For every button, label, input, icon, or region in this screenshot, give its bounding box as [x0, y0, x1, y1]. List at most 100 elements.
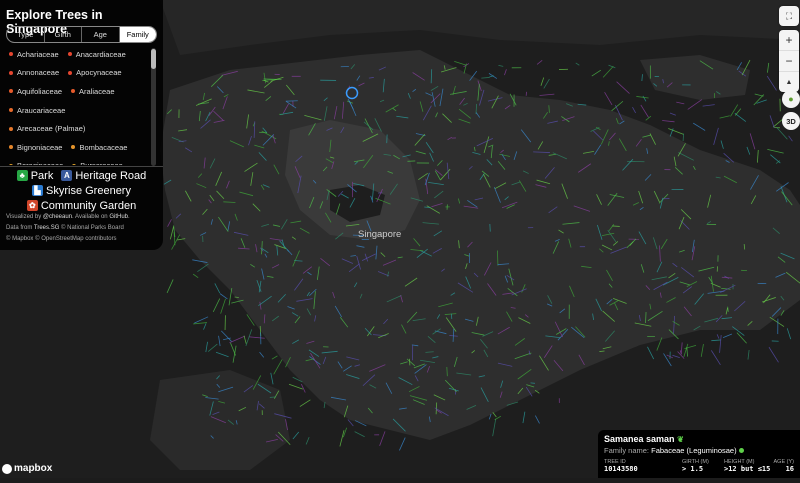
family-row: Annonaceae Apocynaceae [6, 64, 151, 83]
leaf-icon: ❦ [677, 435, 684, 444]
family-color-dot [9, 71, 13, 75]
skyrise-greenery-icon: ▙ [32, 185, 43, 196]
family-color-dot [72, 164, 76, 165]
family-color-dot [9, 127, 13, 131]
mapbox-logo[interactable]: mapbox [2, 463, 52, 474]
tree-line [431, 69, 432, 83]
community-label: Community Garden [41, 200, 136, 212]
family-item[interactable]: Bignoniaceae [6, 143, 62, 152]
explore-panel: Explore Trees in Singapore TypeGirthAgeF… [0, 0, 163, 250]
family-legend[interactable]: Achariaceae Anacardiaceae Annonaceae Apocyn… [6, 45, 151, 165]
tree-id-stat: TREE ID10143580 [604, 459, 682, 473]
family-row: Achariaceae Anacardiaceae [6, 45, 151, 64]
tab-girth[interactable]: Girth [45, 27, 83, 42]
family-color-dot [71, 145, 75, 149]
locate-button[interactable]: ● [782, 90, 800, 108]
age-stat: AGE (Y)16 [772, 459, 794, 473]
family-item[interactable]: Annonaceae [6, 68, 59, 77]
tab-type[interactable]: Type [7, 27, 45, 42]
fullscreen-button[interactable]: ⛶ [779, 6, 799, 26]
tree-line [599, 351, 604, 352]
family-item[interactable]: Anacardiaceae [65, 50, 126, 59]
tab-family[interactable]: Family [120, 27, 157, 42]
family-item[interactable]: Araucariaceae [6, 106, 65, 115]
family-item[interactable]: Arecaceae (Palmae) [6, 124, 85, 133]
family-label: Boraginaceae [17, 161, 63, 165]
family-item[interactable]: Achariaceae [6, 50, 59, 59]
symbol-legend: ♣Park AHeritage Road ▙Skyrise Greenery ✿… [0, 166, 163, 212]
tree-line [235, 297, 239, 298]
tab-age[interactable]: Age [82, 27, 120, 42]
family-label: Achariaceae [17, 50, 59, 59]
tree-line [683, 134, 684, 141]
tree-line [270, 397, 276, 398]
family-item[interactable]: Apocynaceae [65, 68, 121, 77]
compass-button[interactable]: ▲ [779, 72, 799, 92]
height-stat: HEIGHT (M)>12 but ≤15 [724, 459, 772, 473]
family-row: Araucariaceae [6, 101, 151, 120]
tree-locate-icon: ● [788, 94, 793, 104]
family-color-dot [9, 145, 13, 149]
family-item[interactable]: Bombacaceae [68, 143, 127, 152]
zoom-out-button[interactable]: − [779, 51, 799, 72]
park-label: Park [31, 170, 54, 182]
family-row: Arecaceae (Palmae) [6, 119, 151, 138]
community-legend: ✿Community Garden [27, 200, 136, 212]
girth-stat: GIRTH (M)> 1.5 [682, 459, 724, 473]
map-label-singapore: Singapore [358, 229, 401, 240]
trees-sg-link[interactable]: Trees.SG [34, 225, 59, 231]
family-item[interactable]: Aquifoliaceae [6, 87, 62, 96]
zoom-control: + − ▲ [779, 30, 799, 92]
skyrise-legend: ▙Skyrise Greenery [32, 185, 131, 197]
family-label: Burseraceae [80, 161, 123, 165]
compass-icon: ▲ [786, 79, 793, 86]
map-credit[interactable]: © Mapbox © OpenStreetMap contributors [6, 236, 117, 242]
heritage-road-icon: A [61, 170, 72, 181]
family-color-dot [9, 108, 13, 112]
family-label: Aquifoliaceae [17, 87, 62, 96]
family-item[interactable]: Boraginaceae [6, 161, 63, 165]
zoom-in-button[interactable]: + [779, 30, 799, 51]
family-row: Aquifoliaceae Araliaceae [6, 82, 151, 101]
family-label: Annonaceae [17, 68, 59, 77]
species-name: Samanea saman ❦ [604, 434, 794, 444]
family-label: Arecaceae (Palmae) [17, 124, 85, 133]
tree-line [447, 367, 448, 376]
fullscreen-control: ⛶ [779, 6, 799, 26]
mapbox-icon [2, 464, 12, 474]
community-garden-icon: ✿ [27, 200, 38, 211]
skyrise-label: Skyrise Greenery [46, 185, 131, 197]
heritage-label: Heritage Road [75, 170, 146, 182]
github-link[interactable]: GitHub [109, 214, 128, 220]
fullscreen-icon: ⛶ [786, 11, 792, 22]
family-color-dot [9, 164, 13, 165]
family-label: Araucariaceae [17, 106, 65, 115]
family-label: Bombacaceae [79, 143, 127, 152]
family-item[interactable]: Araliaceae [68, 87, 114, 96]
family-row: Bignoniaceae Bombacaceae [6, 138, 151, 157]
family-label: Bignoniaceae [17, 143, 62, 152]
family-color-dot [9, 52, 13, 56]
family-label: Apocynaceae [76, 68, 121, 77]
family-item[interactable]: Burseraceae [69, 161, 123, 165]
tree-stats: TREE ID10143580 GIRTH (M)> 1.5 HEIGHT (M… [604, 459, 794, 473]
family-label: Anacardiaceae [76, 50, 126, 59]
visualized-credit: Visualized by @cheeaun. Available on Git… [6, 214, 130, 220]
3d-toggle-button[interactable]: 3D [782, 112, 800, 130]
family-color-dot [71, 89, 75, 93]
family-color-dot [739, 448, 744, 453]
park-icon: ♣ [17, 170, 28, 181]
tree-line [646, 312, 647, 323]
heritage-legend: AHeritage Road [61, 170, 146, 182]
legend-scroll-thumb[interactable] [151, 49, 156, 69]
family-color-dot [68, 52, 72, 56]
family-color-dot [9, 89, 13, 93]
family-line: Family name: Fabaceae (Leguminosae) [604, 446, 794, 455]
tree-line [744, 244, 745, 249]
family-label: Araliaceae [79, 87, 114, 96]
family-color-dot [68, 71, 72, 75]
data-credit: Data from Trees.SG © National Parks Boar… [6, 225, 124, 231]
author-link[interactable]: @cheeaun [43, 214, 72, 220]
filter-tabs: TypeGirthAgeFamily [6, 26, 157, 43]
park-legend: ♣Park [17, 170, 54, 182]
